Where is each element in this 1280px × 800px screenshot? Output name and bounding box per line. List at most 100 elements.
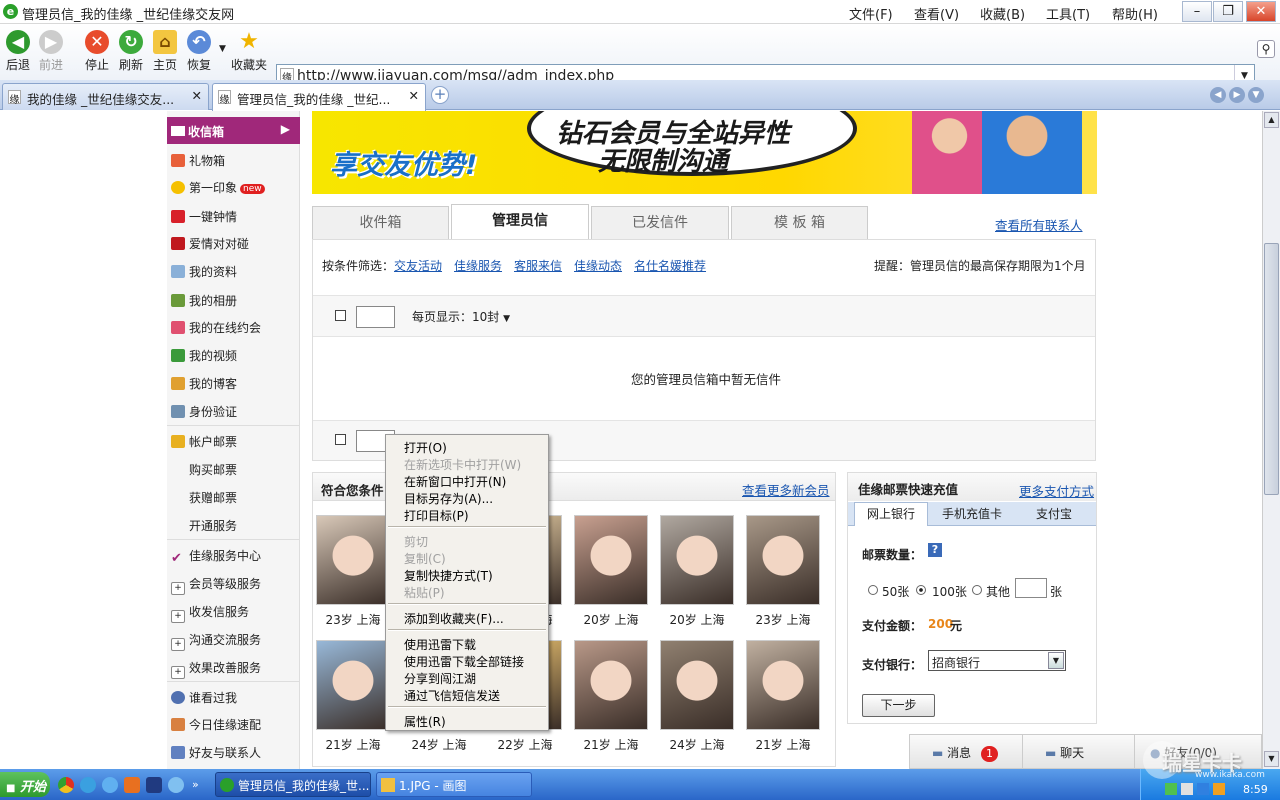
filter-support-link[interactable]: 客服来信 (514, 257, 562, 274)
filter-news-link[interactable]: 佳缘动态 (574, 257, 622, 274)
chat-button[interactable]: ▬ 聊天 (1045, 744, 1084, 761)
context-menu-item[interactable]: 使用迅雷下载全部链接 (404, 653, 524, 670)
search-icon[interactable]: ⚲ (1257, 40, 1275, 58)
member-card[interactable]: 21岁 上海 (574, 640, 648, 753)
member-card[interactable]: 20岁 上海 (574, 515, 648, 628)
tab-phone-card[interactable]: 手机充值卡 (932, 504, 1012, 524)
member-card[interactable]: 21岁 上海 (316, 640, 390, 753)
sidebar-item-account-stamps[interactable]: 帐户邮票 (171, 433, 299, 453)
context-menu-item[interactable]: 添加到收藏夹(F)... (404, 610, 504, 627)
other-quantity-input[interactable] (1015, 578, 1047, 598)
select-all-checkbox[interactable] (335, 310, 346, 321)
member-caption[interactable]: 24岁 上海 (660, 736, 734, 753)
per-page-selector[interactable]: 每页显示：10封 ▼ (412, 308, 510, 325)
taskbar-window-browser[interactable]: 管理员信_我的佳缘_世... (215, 772, 371, 797)
sidebar-item-my-video[interactable]: 我的视频 (171, 347, 299, 367)
sidebar-item-improvement-service[interactable]: + 效果改善服务 (171, 659, 299, 679)
sidebar-item-daily-match[interactable]: 今日佳缘速配 (171, 716, 299, 736)
maximize-icon[interactable]: ❐ (1213, 1, 1243, 22)
tab-scroll-left-icon[interactable]: ◀ (1210, 87, 1226, 103)
bank-select[interactable]: 招商银行 ▼ (928, 650, 1066, 671)
restore-button[interactable]: ↶ 恢复 (177, 30, 221, 73)
member-caption[interactable]: 24岁 上海 (402, 736, 476, 753)
tab-online-bank[interactable]: 网上银行 (854, 502, 928, 526)
sidebar-item-messaging-service[interactable]: + 收发信服务 (171, 603, 299, 623)
tray-icon-2[interactable] (1181, 783, 1193, 795)
context-menu-item[interactable]: 属性(R) (404, 713, 446, 730)
sidebar-item-inbox[interactable]: 收信箱 ▶ (167, 117, 300, 144)
select-all-checkbox-bottom[interactable] (335, 434, 346, 445)
restore-dropdown-icon[interactable]: ▼ (219, 44, 226, 54)
member-card[interactable]: 23岁 上海 (316, 515, 390, 628)
member-caption[interactable]: 21岁 上海 (574, 736, 648, 753)
context-menu-item[interactable]: 在新窗口中打开(N) (404, 473, 506, 490)
forward-button[interactable]: ▶ 前进 (29, 30, 73, 73)
browser-icon[interactable] (102, 777, 118, 793)
next-step-button[interactable]: 下一步 (862, 694, 935, 717)
member-caption[interactable]: 20岁 上海 (574, 611, 648, 628)
close-icon[interactable]: ✕ (1246, 1, 1276, 22)
tab-inbox[interactable]: 收件箱 (312, 206, 449, 240)
member-photo[interactable] (660, 515, 734, 605)
context-menu-item[interactable]: 使用迅雷下载 (404, 636, 476, 653)
help-icon[interactable]: ? (928, 543, 942, 557)
sidebar-item-identity[interactable]: 身份验证 (171, 403, 299, 423)
member-photo[interactable] (746, 515, 820, 605)
sidebar-item-my-blog[interactable]: 我的博客 (171, 375, 299, 395)
member-card[interactable]: 21岁 上海 (746, 640, 820, 753)
context-menu-item[interactable]: 通过飞信短信发送 (404, 687, 500, 704)
context-menu-item[interactable]: 目标另存为(A)... (404, 490, 493, 507)
sidebar-item-communication-service[interactable]: + 沟通交流服务 (171, 631, 299, 651)
option-100-radio[interactable] (916, 585, 926, 595)
member-caption[interactable]: 20岁 上海 (660, 611, 734, 628)
sidebar-item-gifts[interactable]: 礼物箱 (171, 152, 299, 172)
browser-tab-1[interactable]: 缘 我的佳缘 _世纪佳缘交友... ✕ (2, 83, 209, 110)
member-card[interactable]: 23岁 上海 (746, 515, 820, 628)
sidebar-item-my-album[interactable]: 我的相册 (171, 292, 299, 312)
tab-admin-mail[interactable]: 管理员信 (451, 204, 589, 240)
sidebar-item-online-dating[interactable]: 我的在线约会 (171, 319, 299, 339)
tab-templates[interactable]: 模 板 箱 (731, 206, 868, 240)
tray-icon-4[interactable] (1213, 783, 1225, 795)
sidebar-item-who-viewed-me[interactable]: 谁看过我 (171, 689, 299, 709)
tab-close-icon[interactable]: ✕ (192, 88, 202, 103)
member-caption[interactable]: 23岁 上海 (316, 611, 390, 628)
favorites-button[interactable]: ★ 收藏夹 (227, 30, 271, 73)
member-photo[interactable] (660, 640, 734, 730)
tray-icon-3[interactable] (1197, 783, 1209, 795)
sidebar-item-service-center[interactable]: ✔ 佳缘服务中心 (171, 547, 299, 567)
more-payment-link[interactable]: 更多支付方式 (1019, 481, 1094, 500)
tab-close-icon[interactable]: ✕ (409, 88, 419, 103)
sidebar-item-buy-stamps[interactable]: 购买邮票 (189, 461, 317, 481)
messenger-icon[interactable] (168, 777, 184, 793)
option-other-radio[interactable] (972, 585, 982, 595)
chrome-icon[interactable] (58, 777, 74, 793)
tab-list-icon[interactable]: ▼ (1248, 87, 1264, 103)
menu-help[interactable]: 帮助(H) (1112, 4, 1158, 23)
sidebar-item-love-match[interactable]: 爱情对对碰 (171, 235, 299, 255)
tab-alipay[interactable]: 支付宝 (1016, 504, 1092, 524)
member-photo[interactable] (316, 640, 390, 730)
context-menu-item[interactable]: 打印目标(P) (404, 507, 469, 524)
sidebar-item-my-profile[interactable]: 我的资料 (171, 263, 299, 283)
filter-services-link[interactable]: 佳缘服务 (454, 257, 502, 274)
quicklaunch-more-icon[interactable]: » (192, 778, 199, 791)
menu-favorites[interactable]: 收藏(B) (980, 4, 1025, 23)
scroll-thumb[interactable] (1264, 243, 1279, 495)
browser-tab-2[interactable]: 缘 管理员信_我的佳缘 _世纪... ✕ (212, 83, 426, 111)
member-caption[interactable]: 23岁 上海 (746, 611, 820, 628)
minimize-icon[interactable]: – (1182, 1, 1212, 22)
sidebar-item-love-at-first-sight[interactable]: 一键钟情 (171, 208, 299, 228)
member-caption[interactable]: 21岁 上海 (746, 736, 820, 753)
sidebar-item-gifted-stamps[interactable]: 获赠邮票 (189, 489, 317, 509)
desktop-icon[interactable] (146, 777, 162, 793)
taskbar-window-paint[interactable]: 1.JPG - 画图 (376, 772, 532, 797)
ie-icon[interactable] (80, 777, 96, 793)
vertical-scrollbar[interactable]: ▲ ▼ (1262, 111, 1280, 769)
sidebar-item-membership-level[interactable]: + 会员等级服务 (171, 575, 299, 595)
scroll-up-icon[interactable]: ▲ (1264, 112, 1279, 128)
app-icon[interactable] (124, 777, 140, 793)
member-photo[interactable] (574, 515, 648, 605)
view-all-contacts-link[interactable]: 查看所有联系人 (995, 215, 1083, 234)
sidebar-item-open-service[interactable]: 开通服务 (189, 517, 317, 537)
